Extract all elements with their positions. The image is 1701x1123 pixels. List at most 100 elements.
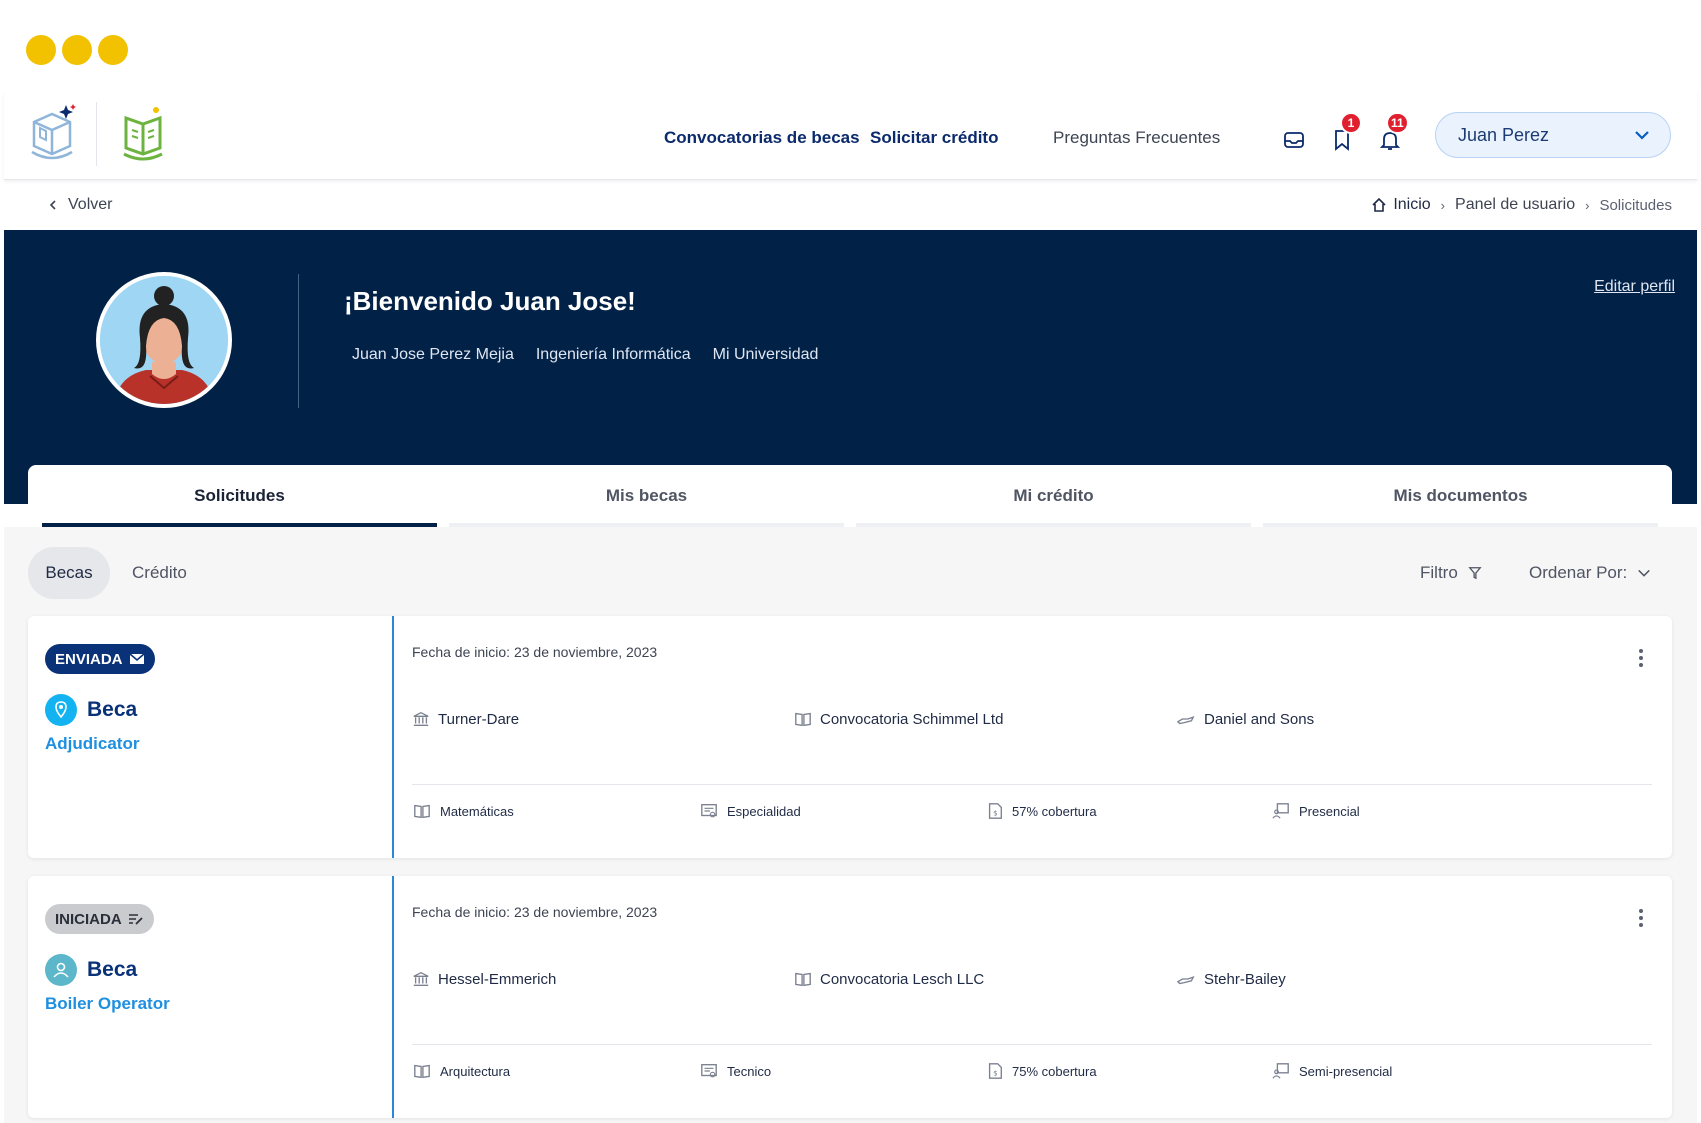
chevron-right-icon: › [1585,197,1590,213]
level-item: Tecnico [699,1062,771,1080]
avatar [96,272,232,408]
beca-heading: Beca [45,954,137,986]
breadcrumb-current: Solicitudes [1599,196,1672,214]
application-info: Hessel-Emmerich Convocatoria Lesch LLC S… [412,970,1652,994]
box-logo-icon[interactable] [26,104,80,164]
book-logo-icon[interactable] [120,104,166,164]
logo-divider [96,102,97,166]
modality-item: Presencial [1271,802,1360,820]
window-dot-close[interactable] [26,35,56,65]
money-document-icon: $ [986,1062,1004,1080]
chevron-left-icon [48,199,58,211]
institution-item: Hessel-Emmerich [412,970,556,988]
notifications-count-badge: 11 [1386,112,1409,134]
breadcrumb-panel[interactable]: Panel de usuario [1455,196,1575,214]
modality-name: Semi-presencial [1299,1063,1393,1079]
tab-mis-becas[interactable]: Mis becas [449,465,844,527]
handshake-icon [1176,710,1196,728]
applications-content: Becas Crédito Filtro Ordenar Por: ENVIAD… [4,527,1697,1123]
user-menu-dropdown[interactable]: Juan Perez [1435,112,1671,158]
money-document-icon: $ [986,802,1004,820]
svg-text:$: $ [993,809,998,818]
edit-profile-link[interactable]: Editar perfil [1594,278,1675,296]
sponsor-name: Daniel and Sons [1204,710,1315,728]
field-item: Arquitectura [412,1062,510,1080]
application-card[interactable]: INICIADA Beca Boiler Operator Fecha de i… [28,876,1672,1118]
chevron-right-icon: › [1440,197,1446,213]
status-label: INICIADA [55,910,122,928]
status-label: ENVIADA [55,650,123,668]
more-options-icon[interactable] [1638,648,1644,668]
coverage-item: $ 75% cobertura [986,1062,1097,1080]
bank-building-icon [412,710,430,728]
coverage-value: 75% cobertura [1012,1063,1097,1079]
hero-divider [298,274,299,408]
status-badge: ENVIADA [45,644,155,674]
home-icon [1371,197,1387,213]
profile-full-name: Juan Jose Perez Mejia [352,346,514,363]
open-book-icon [794,710,812,728]
funnel-icon [1468,566,1482,580]
application-summary: INICIADA Beca Boiler Operator [28,876,394,1118]
profile-university: Mi Universidad [712,346,819,363]
application-info: Turner-Dare Convocatoria Schimmel Ltd Da… [412,710,1652,734]
nav-solicitar-credito-link[interactable]: Solicitar crédito [870,128,998,148]
status-badge: INICIADA [45,904,154,934]
tab-mis-documentos[interactable]: Mis documentos [1263,465,1658,527]
chevron-down-icon [1634,127,1650,143]
handshake-icon [1176,970,1196,988]
call-name: Convocatoria Schimmel Ltd [820,710,1004,728]
card-divider [412,1044,1652,1045]
tab-solicitudes[interactable]: Solicitudes [42,465,437,527]
application-card[interactable]: ENVIADA Beca Adjudicator Fecha de inicio… [28,616,1672,858]
filter-button[interactable]: Filtro [1420,563,1482,583]
call-item: Convocatoria Schimmel Ltd [794,710,1003,728]
window-dot-minimize[interactable] [62,35,92,65]
sponsor-item: Daniel and Sons [1176,710,1314,728]
inbox-icon[interactable] [1282,128,1306,152]
back-label: Volver [68,196,113,213]
chevron-down-icon [1637,566,1651,580]
coverage-item: $ 57% cobertura [986,802,1097,820]
filter-label: Filtro [1420,563,1458,582]
call-name: Convocatoria Lesch LLC [820,970,985,988]
window-dot-maximize[interactable] [98,35,128,65]
edit-lines-icon [128,912,144,926]
open-book-icon [412,802,432,820]
more-options-icon[interactable] [1638,908,1644,928]
beca-label: Beca [87,958,138,981]
beca-type: Adjudicator [45,734,140,753]
bank-building-icon [412,970,430,988]
breadcrumb-home-label: Inicio [1393,196,1431,213]
envelope-icon [128,652,145,666]
user-name: Juan Perez [1458,124,1550,145]
certificate-icon [699,802,719,820]
profile-tabs: Solicitudes Mis becas Mi crédito Mis doc… [28,465,1672,527]
filter-pill-credito[interactable]: Crédito [132,563,187,583]
window-controls [26,35,128,65]
sort-dropdown[interactable]: Ordenar Por: [1529,563,1651,583]
sort-label: Ordenar Por: [1529,563,1628,582]
certificate-icon [699,1062,719,1080]
field-name: Matemáticas [440,803,514,819]
sponsor-item: Stehr-Bailey [1176,970,1286,988]
card-divider [412,784,1652,785]
filter-pill-becas[interactable]: Becas [28,547,110,599]
tab-mi-credito[interactable]: Mi crédito [856,465,1251,527]
beca-type: Boiler Operator [45,994,170,1013]
back-link[interactable]: Volver [48,196,112,214]
nav-convocatorias-link[interactable]: Convocatorias de becas [664,128,860,148]
welcome-title: ¡Bienvenido Juan Jose! [344,286,636,316]
breadcrumb: Inicio › Panel de usuario › Solicitudes [1371,196,1672,214]
start-date: Fecha de inicio: 23 de noviembre, 2023 [412,904,658,920]
sponsor-name: Stehr-Bailey [1204,970,1286,988]
open-book-icon [412,1062,432,1080]
person-icon [45,954,77,986]
application-summary: ENVIADA Beca Adjudicator [28,616,394,858]
level-item: Especialidad [699,802,801,820]
nav-faq-link[interactable]: Preguntas Frecuentes [1053,128,1220,148]
call-item: Convocatoria Lesch LLC [794,970,984,988]
presentation-icon [1271,802,1291,820]
institution-name: Hessel-Emmerich [438,970,557,988]
breadcrumb-home[interactable]: Inicio [1371,196,1431,214]
